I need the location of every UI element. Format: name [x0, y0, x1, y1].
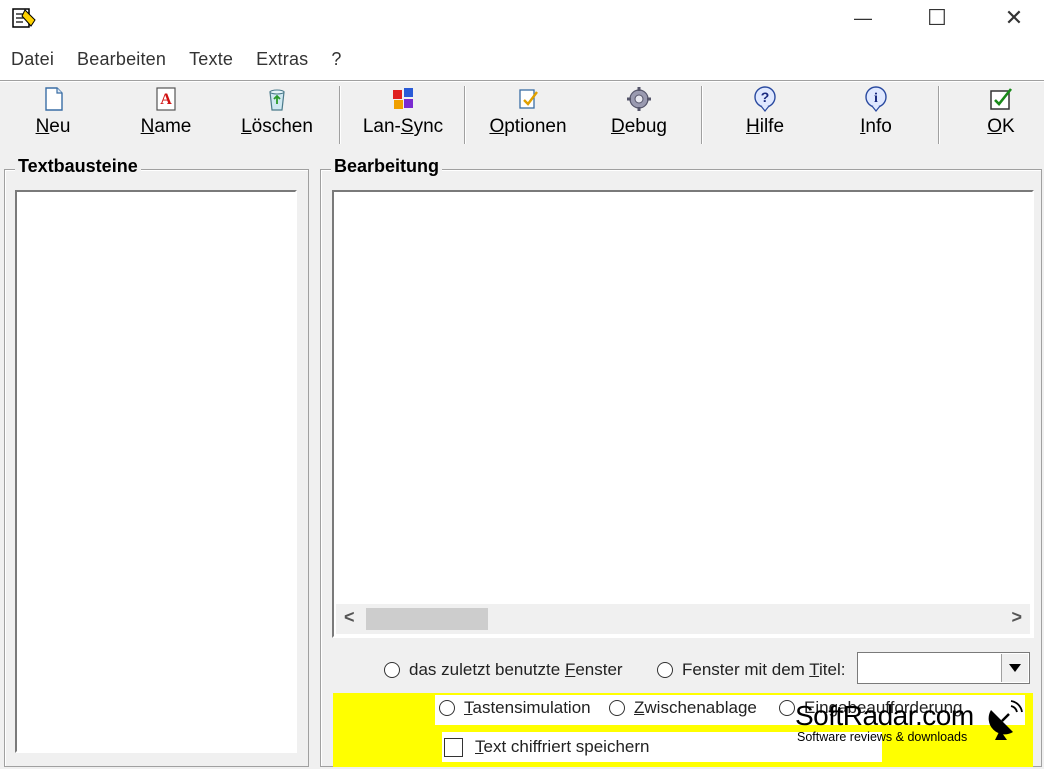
menu-datei[interactable]: Datei — [0, 49, 66, 70]
bearbeitung-title: Bearbeitung — [331, 156, 443, 177]
radio-icon — [657, 662, 673, 678]
debug-button[interactable]: Debug — [606, 86, 672, 144]
menu-texte[interactable]: Texte — [178, 49, 245, 70]
text-editor[interactable]: < > — [332, 190, 1034, 638]
radio-icon — [384, 662, 400, 678]
svg-text:?: ? — [761, 89, 770, 105]
maximize-button[interactable]: ☐ — [914, 4, 960, 32]
title-window-label: Fenster mit dem Titel: — [682, 660, 846, 679]
svg-text:i: i — [874, 91, 878, 106]
watermark-title: SoftRadar.com — [795, 700, 974, 731]
toolbar-divider — [701, 86, 703, 144]
combo-dropdown-button[interactable] — [1001, 654, 1028, 682]
new-document-icon — [45, 87, 63, 111]
scroll-left-icon[interactable]: < — [344, 607, 355, 628]
app-icon — [12, 8, 36, 28]
toolbar-border-highlight — [0, 81, 1044, 82]
maximize-icon: ☐ — [927, 5, 947, 30]
rename-icon: A — [156, 87, 176, 111]
encrypt-label: Text chiffriert speichern — [475, 737, 650, 756]
gear-icon — [627, 87, 651, 111]
radio-icon — [609, 700, 625, 716]
title-bar: — ☐ ✕ — [0, 0, 1044, 38]
toolbar-divider — [464, 86, 466, 144]
svg-text:A: A — [160, 91, 172, 108]
title-window-radio[interactable]: Fenster mit dem Titel: — [657, 660, 845, 680]
info-button[interactable]: i Info — [852, 86, 900, 144]
last-window-radio[interactable]: das zuletzt benutzte Fenster — [384, 660, 623, 680]
clipboard-label: Zwischenablage — [634, 698, 757, 717]
scroll-right-icon[interactable]: > — [1011, 607, 1022, 628]
menu-help[interactable]: ? — [320, 49, 353, 70]
close-icon: ✕ — [1004, 5, 1024, 30]
radio-icon — [439, 700, 455, 716]
radio-icon — [779, 700, 795, 716]
watermark-subtitle: Software reviews & downloads — [797, 730, 968, 744]
softradar-watermark: SoftRadar.com Software reviews & downloa… — [795, 700, 1035, 750]
satellite-dish-icon — [988, 700, 1023, 740]
key-simulation-radio[interactable]: Tastensimulation — [439, 698, 591, 718]
lan-sync-button[interactable]: Lan-Sync — [360, 86, 446, 144]
help-button[interactable]: ? Hilfe — [738, 86, 792, 144]
help-icon: ? — [754, 86, 776, 112]
minimize-button[interactable]: — — [840, 4, 886, 32]
scroll-thumb[interactable] — [366, 608, 488, 630]
menu-extras[interactable]: Extras — [245, 49, 320, 70]
options-button[interactable]: Optionen — [484, 86, 572, 144]
delete-button[interactable]: Löschen — [238, 86, 316, 144]
menu-bearbeiten[interactable]: Bearbeiten — [66, 49, 178, 70]
options-icon — [519, 89, 538, 109]
clipboard-radio[interactable]: Zwischenablage — [609, 698, 757, 718]
name-button[interactable]: A Name — [130, 86, 202, 144]
textbausteine-list[interactable] — [15, 190, 297, 753]
window-title-combo[interactable] — [857, 652, 1030, 684]
close-button[interactable]: ✕ — [991, 4, 1037, 32]
toolbar-divider — [938, 86, 940, 144]
ok-button[interactable]: OK — [978, 86, 1024, 144]
new-button[interactable]: Neu — [24, 86, 82, 144]
recycle-bin-icon — [269, 89, 285, 111]
toolbar-divider — [339, 86, 341, 144]
menu-bar: Datei Bearbeiten Texte Extras ? — [0, 38, 1044, 80]
ok-check-icon — [990, 88, 1013, 110]
minimize-icon: — — [854, 7, 872, 28]
network-sync-icon — [393, 88, 413, 109]
last-window-label: das zuletzt benutzte Fenster — [409, 660, 623, 679]
textbausteine-title: Textbausteine — [15, 156, 141, 177]
horizontal-scrollbar[interactable]: < > — [336, 604, 1030, 634]
chevron-down-icon — [1009, 664, 1021, 672]
key-simulation-label: Tastensimulation — [464, 698, 591, 717]
info-icon: i — [865, 86, 887, 112]
encrypt-checkbox[interactable] — [444, 737, 463, 757]
